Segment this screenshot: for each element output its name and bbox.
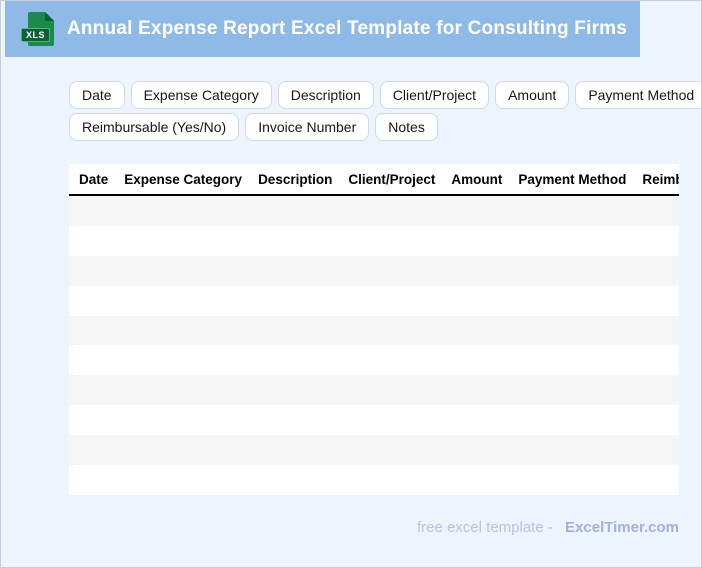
table-header-row: Date Expense Category Description Client/Pr… bbox=[69, 164, 679, 196]
column-chip-expense-category[interactable]: Expense Category bbox=[130, 81, 272, 109]
column-chip-payment-method[interactable]: Payment Method bbox=[575, 81, 701, 109]
table-header-date: Date bbox=[79, 171, 109, 187]
column-chip-notes[interactable]: Notes bbox=[375, 113, 438, 141]
table-header-amount: Amount bbox=[451, 171, 503, 187]
table-header-reimbursable-yes-no: Reimbursable (Yes/No) bbox=[642, 171, 679, 187]
table-row bbox=[69, 435, 679, 466]
column-chip-client-project[interactable]: Client/Project bbox=[379, 81, 490, 109]
page-title: Annual Expense Report Excel Template for… bbox=[67, 18, 628, 39]
table-row bbox=[69, 286, 679, 316]
column-chip-date[interactable]: Date bbox=[69, 81, 125, 109]
table-header-client-project: Client/Project bbox=[348, 171, 436, 187]
page: XLS Annual Expense Report Excel Template… bbox=[0, 0, 702, 568]
table-row bbox=[69, 196, 679, 226]
column-chip-invoice-number[interactable]: Invoice Number bbox=[245, 113, 370, 141]
footer-text: free excel template - bbox=[416, 519, 553, 536]
footer: free excel template - ExcelTimer.com bbox=[69, 519, 679, 537]
column-chip-reimbursable-yes-no[interactable]: Reimbursable (Yes/No) bbox=[69, 113, 240, 141]
column-chips-row-1: Date Expense Category Description Client/Pr… bbox=[69, 81, 701, 109]
table-row bbox=[69, 315, 679, 346]
table-row bbox=[69, 345, 679, 375]
table-row bbox=[69, 226, 679, 256]
table-row bbox=[69, 465, 679, 495]
xls-badge-label: XLS bbox=[21, 28, 51, 42]
table-row bbox=[69, 375, 679, 406]
column-chip-amount[interactable]: Amount bbox=[495, 81, 570, 109]
table-header-payment-method: Payment Method bbox=[518, 171, 627, 187]
table-header-expense-category: Expense Category bbox=[124, 171, 243, 187]
xls-file-icon: XLS bbox=[21, 11, 54, 47]
footer-brand-link[interactable]: ExcelTimer.com bbox=[565, 519, 679, 536]
table-row bbox=[69, 255, 679, 286]
table-body bbox=[69, 196, 679, 495]
column-chips-row-2: Reimbursable (Yes/No) Invoice Number Notes bbox=[69, 113, 438, 141]
table-row bbox=[69, 405, 679, 435]
table-header-description: Description bbox=[258, 171, 333, 187]
expense-table: Date Expense Category Description Client/Pr… bbox=[69, 164, 679, 495]
column-chip-description[interactable]: Description bbox=[277, 81, 374, 109]
header-bar: XLS Annual Expense Report Excel Template… bbox=[5, 1, 640, 57]
